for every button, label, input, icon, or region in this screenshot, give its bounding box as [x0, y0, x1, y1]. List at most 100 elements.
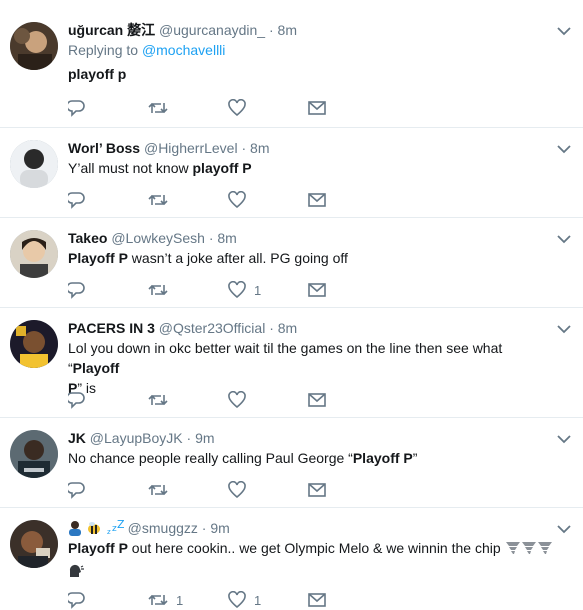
dm-icon: [308, 101, 326, 115]
avatar[interactable]: [10, 230, 58, 278]
user-handle[interactable]: @LayupBoyJK: [90, 430, 183, 446]
retweet-button[interactable]: [148, 281, 228, 299]
tweet[interactable]: uğurcan 嫠江 @ugurcanaydin_ · 8m Replying …: [0, 0, 583, 128]
dm-button[interactable]: [308, 482, 388, 498]
like-count: 1: [254, 592, 262, 608]
timestamp[interactable]: 8m: [278, 320, 297, 336]
like-button[interactable]: [228, 99, 308, 117]
avatar[interactable]: [10, 430, 58, 478]
like-icon: [228, 99, 246, 117]
caret-down-icon[interactable]: [557, 234, 571, 244]
retweet-icon: [148, 102, 168, 114]
tweet-text: playoff p: [68, 64, 553, 84]
avatar[interactable]: [10, 520, 58, 568]
tweet-text-plain: Lol you down in okc better wait til the …: [68, 340, 503, 376]
timestamp[interactable]: 8m: [278, 22, 297, 38]
display-name[interactable]: uğurcan 嫠江: [68, 22, 155, 38]
dm-button[interactable]: [308, 100, 388, 116]
retweet-button[interactable]: [148, 191, 228, 209]
timestamp[interactable]: 9m: [210, 520, 229, 536]
display-name[interactable]: Takeo: [68, 230, 107, 246]
timestamp[interactable]: 9m: [195, 430, 214, 446]
svg-text:z: z: [107, 528, 111, 536]
replying-to-label: Replying to: [68, 42, 139, 58]
like-button[interactable]: [228, 391, 308, 409]
like-count: 1: [254, 282, 262, 298]
tweet-text: Y’all must not know playoff P: [68, 158, 553, 178]
tweet-text-plain: wasn’t a joke after all. PG going off: [127, 250, 348, 266]
timestamp[interactable]: 8m: [250, 140, 269, 156]
like-button[interactable]: 1: [228, 281, 308, 299]
tweet-text-bold: Playoff P: [68, 540, 128, 556]
caret-down-icon[interactable]: [557, 524, 571, 534]
tweet[interactable]: JK @LayupBoyJK · 9m No chance people rea…: [0, 418, 583, 508]
reply-button[interactable]: [68, 481, 148, 499]
replying-to-mention[interactable]: @mochavellli: [142, 42, 225, 58]
dm-icon: [308, 483, 326, 497]
reply-icon: [68, 100, 85, 117]
tweet-text-bold: Playoff P: [352, 450, 413, 466]
tweet-text-plain: ”: [412, 450, 418, 466]
retweet-button[interactable]: [148, 481, 228, 499]
reply-button[interactable]: [68, 591, 148, 609]
caret-down-icon[interactable]: [557, 144, 571, 154]
avatar[interactable]: [10, 140, 58, 188]
tweet-text-plain: Y’all must not know: [68, 160, 193, 176]
caret-down-icon[interactable]: [557, 324, 571, 334]
display-name[interactable]: PACERS IN 3: [68, 320, 155, 336]
retweet-button[interactable]: 1: [148, 591, 228, 609]
reply-icon: [68, 482, 85, 499]
like-button[interactable]: [228, 481, 308, 499]
dm-icon: [308, 193, 326, 207]
retweet-button[interactable]: [148, 99, 228, 117]
dm-button[interactable]: [308, 282, 388, 298]
tweet-actions: 1: [68, 280, 388, 300]
avatar[interactable]: [10, 22, 58, 70]
tweet-text-bold: Playoff P: [68, 250, 128, 266]
caret-down-icon[interactable]: [557, 26, 571, 36]
tweet[interactable]: Takeo @LowkeySesh · 8m Playoff P wasn’t …: [0, 218, 583, 308]
dm-button[interactable]: [308, 192, 388, 208]
caret-down-icon[interactable]: [557, 434, 571, 444]
bee-emoji-icon: [86, 520, 102, 538]
tweet-text-plain: out here cookin.. we get Olympic Melo & …: [127, 540, 501, 556]
dm-button[interactable]: [308, 592, 388, 608]
tweet[interactable]: Worl’ Boss @HigherrLevel · 8m Y’all must…: [0, 128, 583, 218]
tweet-text: Lol you down in okc better wait til the …: [68, 338, 553, 398]
reply-icon: [68, 192, 85, 209]
display-name[interactable]: JK: [68, 430, 86, 446]
tweet-text-bold: playoff p: [68, 66, 127, 82]
tweet[interactable]: PACERS IN 3 @Qster23Official · 8m Lol yo…: [0, 308, 583, 418]
user-handle[interactable]: @ugurcanaydin_: [159, 22, 265, 38]
timestamp[interactable]: 8m: [217, 230, 236, 246]
tweet-actions: [68, 480, 388, 500]
separator: ·: [268, 22, 274, 38]
user-handle[interactable]: @LowkeySesh: [111, 230, 205, 246]
reply-button[interactable]: [68, 281, 148, 299]
tweet-actions: [68, 390, 388, 410]
sleeping-emoji-icon: zzZ: [106, 518, 125, 538]
tweet-header: JK @LayupBoyJK · 9m: [68, 428, 553, 448]
tweet[interactable]: zzZ @smuggzz · 9m Playoff P out here coo…: [0, 508, 583, 609]
separator: ·: [186, 430, 192, 446]
reply-button[interactable]: [68, 99, 148, 117]
separator: ·: [269, 320, 274, 336]
like-button[interactable]: 1: [228, 591, 308, 609]
reply-button[interactable]: [68, 191, 148, 209]
tornado-emoji-icon: [521, 540, 537, 561]
tweet-header: PACERS IN 3 @Qster23Official · 8m: [68, 318, 553, 338]
dm-icon: [308, 593, 326, 607]
avatar[interactable]: [10, 320, 58, 368]
display-name[interactable]: Worl’ Boss: [68, 140, 140, 156]
dm-button[interactable]: [308, 392, 388, 408]
retweet-button[interactable]: [148, 391, 228, 409]
user-handle[interactable]: @Qster23Official: [159, 320, 266, 336]
user-handle[interactable]: @smuggzz: [128, 520, 198, 536]
retweet-icon: [148, 194, 168, 206]
tweet-header: Worl’ Boss @HigherrLevel · 8m: [68, 138, 553, 158]
like-icon: [228, 191, 246, 209]
tornado-emoji-icon: [537, 540, 553, 561]
user-handle[interactable]: @HigherrLevel: [144, 140, 238, 156]
like-button[interactable]: [228, 191, 308, 209]
reply-button[interactable]: [68, 391, 148, 409]
